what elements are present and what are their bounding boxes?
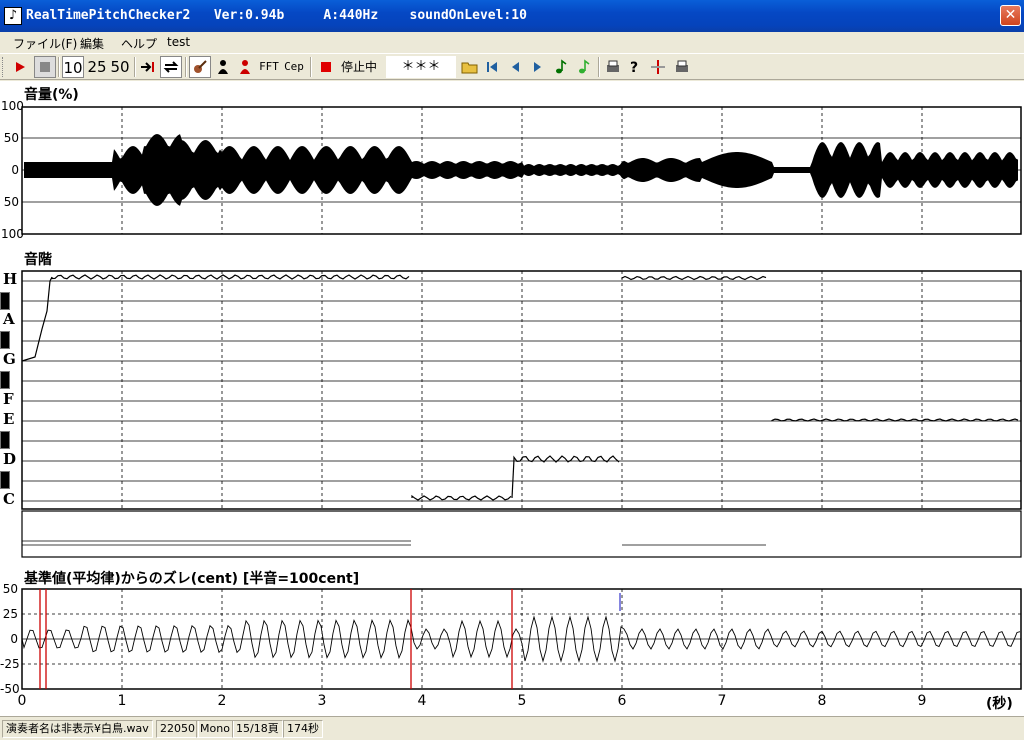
app-icon: ♪ [4, 7, 22, 25]
violin-button[interactable] [189, 56, 211, 78]
zoom-50-button[interactable]: 50 [109, 56, 131, 78]
note2-icon [579, 59, 590, 74]
print2-icon [676, 60, 688, 72]
note2-button[interactable] [575, 56, 593, 78]
first-page-icon [487, 62, 497, 72]
fft-button[interactable]: FFT [258, 56, 280, 78]
singer-button[interactable] [213, 56, 233, 78]
record-button[interactable] [316, 56, 336, 78]
plots-canvas[interactable] [0, 81, 1024, 716]
cep-button[interactable]: Cep [282, 56, 306, 78]
zoom-25-button[interactable]: 25 [86, 56, 108, 78]
singer-red-button[interactable] [235, 56, 255, 78]
menu-help[interactable]: ヘルプ [121, 35, 157, 52]
toolbar-grip[interactable] [2, 57, 5, 77]
open-folder-icon [461, 62, 478, 74]
loop-icon [163, 61, 179, 73]
close-button[interactable]: ✕ [1000, 5, 1021, 26]
prev-page-icon [512, 62, 519, 72]
print-button[interactable] [603, 56, 623, 78]
status-bar: 演奏者名は非表示¥白鳥.wav 22050 Mono 15/18頁 174秒 [0, 716, 1024, 740]
print2-button[interactable] [672, 56, 692, 78]
open-folder-button[interactable] [460, 56, 480, 78]
menu-bar: ファイル(F) 編集 ヘルプ test [0, 32, 1024, 53]
help-icon: ? [630, 60, 638, 76]
record-icon [321, 62, 331, 72]
marker-button[interactable] [648, 56, 668, 78]
first-page-button[interactable] [483, 56, 501, 78]
status-rate: 22050 [156, 720, 199, 738]
svg-text:?: ? [630, 60, 638, 75]
next-page-button[interactable] [529, 56, 547, 78]
prev-page-button[interactable] [506, 56, 524, 78]
loop-button[interactable] [160, 56, 182, 78]
marker-strip [21, 510, 1022, 558]
singer-icon [218, 60, 228, 74]
next-page-icon [534, 62, 541, 72]
marker-icon [651, 60, 665, 74]
toolbar: 10 25 50 FFT Cep 停止中 ＊＊＊ ? [0, 53, 1024, 80]
scale-frame [21, 270, 1022, 510]
note-icon [556, 59, 567, 74]
status-file: 演奏者名は非表示¥白鳥.wav [2, 720, 153, 738]
window-title: RealTimePitchChecker2 Ver:0.94b A:440Hz … [26, 8, 527, 23]
stop-icon [40, 62, 50, 72]
singer-red-icon [240, 60, 250, 74]
print-icon [607, 60, 619, 72]
status-channels: Mono [196, 720, 234, 738]
app-window: ♪ RealTimePitchChecker2 Ver:0.94b A:440H… [0, 0, 1024, 740]
note-button[interactable] [552, 56, 570, 78]
jump-end-button[interactable] [138, 56, 158, 78]
zoom-10-button[interactable]: 10 [62, 56, 84, 78]
title-bar[interactable]: ♪ RealTimePitchChecker2 Ver:0.94b A:440H… [0, 0, 1024, 32]
violin-icon [194, 60, 207, 73]
play-icon [16, 62, 25, 72]
menu-edit[interactable]: 編集 [80, 35, 104, 52]
jump-end-icon [141, 62, 154, 72]
menu-file[interactable]: ファイル(F) [13, 35, 77, 52]
menu-test[interactable]: test [167, 35, 190, 49]
play-button[interactable] [10, 56, 30, 78]
help-button[interactable]: ? [626, 56, 644, 78]
stop-button[interactable] [34, 56, 56, 78]
stars-display: ＊＊＊ [386, 56, 456, 78]
main-panel: 音量(%) 100 50 0 50 100 音階 H A G F E D C 基… [0, 81, 1024, 716]
status-indicator: 停止中 [340, 60, 377, 74]
status-duration: 174秒 [283, 720, 323, 738]
status-page: 15/18頁 [232, 720, 283, 738]
